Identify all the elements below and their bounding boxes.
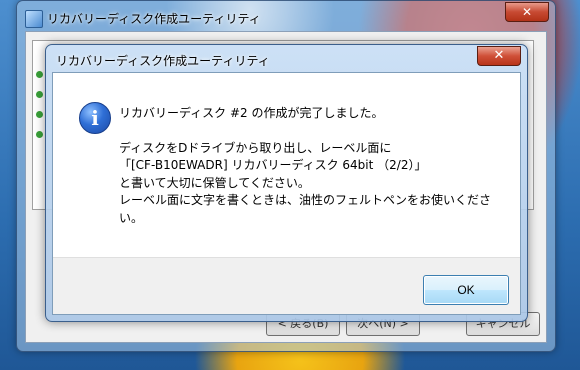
background-window-title: リカバリーディスク作成ユーティリティ [47,12,261,26]
completion-dialog: リカバリーディスク作成ユーティリティ ✕ i リカバリーディスク #2 の作成が… [45,44,528,322]
dialog-title: リカバリーディスク作成ユーティリティ [56,54,270,68]
dialog-client-area: i リカバリーディスク #2 の作成が完了しました。 ディスクをDドライブから取… [52,72,521,315]
step-status-icon [36,71,43,78]
dialog-close-button[interactable]: ✕ [477,46,521,66]
message-line: い。 [119,210,144,225]
info-icon: i [79,102,111,134]
app-icon [25,10,43,28]
message-line: ディスクをDドライブから取り出し、レーベル面に [119,140,392,155]
dialog-message: リカバリーディスク #2 の作成が完了しました。 ディスクをDドライブから取り出… [119,105,492,227]
dialog-button-bar: OK [53,257,520,314]
message-line: レーベル面に文字を書くときは、油性のフェルトペンをお使いくださ [119,193,492,207]
background-titlebar: リカバリーディスク作成ユーティリティ ✕ [17,1,555,31]
message-line: リカバリーディスク #2 の作成が完了しました。 [119,106,384,120]
background-close-button[interactable]: ✕ [505,2,549,22]
message-line: と書いて大切に保管してください。 [119,175,310,190]
ok-button[interactable]: OK [423,275,509,305]
step-status-icon [36,91,43,98]
step-status-icon [36,111,43,118]
message-line: 「[CF-B10EWADR] リカバリーディスク 64bit （2/2）」 [119,158,427,172]
step-status-icon [36,131,43,138]
